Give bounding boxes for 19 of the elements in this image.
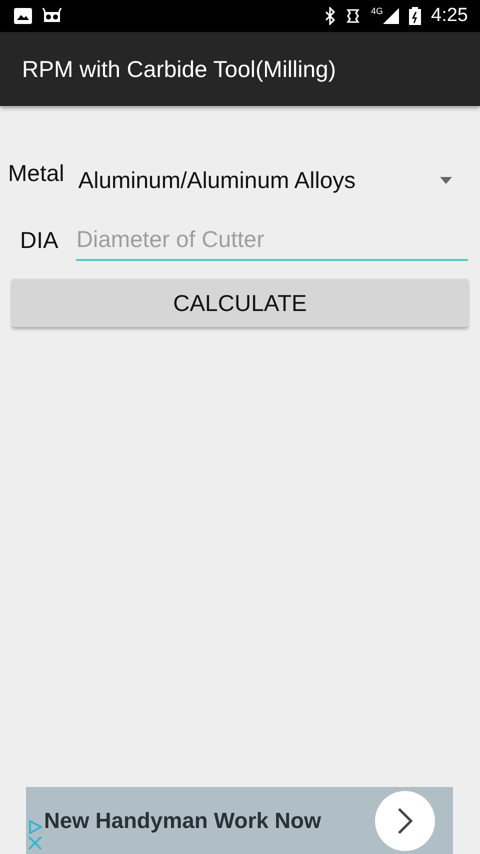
network-label: 4G [371, 6, 384, 16]
clock: 4:25 [431, 5, 468, 27]
ad-headline: New Handyman Work Now [44, 808, 322, 834]
screen-title: RPM with Carbide Tool(Milling) [22, 56, 336, 82]
robot-icon [42, 8, 62, 24]
ad-banner[interactable]: New Handyman Work Now [26, 787, 453, 854]
metal-dropdown[interactable]: Aluminum/Aluminum Alloys [78, 152, 468, 204]
diameter-label: DIA [20, 227, 58, 254]
calculate-button[interactable]: CALCULATE [12, 279, 468, 327]
ad-choices-icon[interactable] [28, 820, 42, 834]
dropdown-arrow-icon [440, 176, 452, 184]
metal-label: Metal [8, 160, 64, 187]
signal-icon [383, 8, 400, 24]
battery-icon [409, 7, 422, 25]
chevron-icon [397, 806, 413, 834]
close-icon[interactable] [28, 836, 42, 850]
diameter-field[interactable]: Diameter of Cutter [76, 220, 468, 261]
image-icon [14, 8, 32, 24]
bluetooth-icon [325, 7, 335, 25]
